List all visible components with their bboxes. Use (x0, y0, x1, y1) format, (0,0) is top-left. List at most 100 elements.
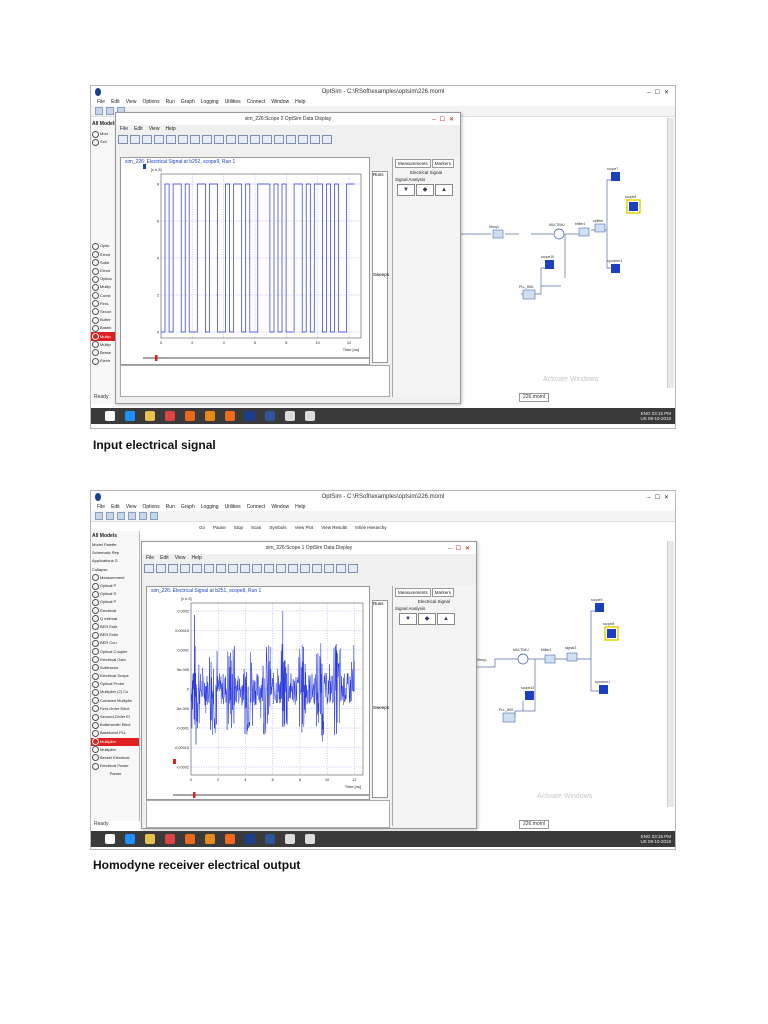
parser-button[interactable]: Parser (91, 770, 139, 778)
schematic-canvas[interactable]: scope7 scope8 MULTIMU bfilter1 splitter … (461, 118, 667, 388)
palette-item[interactable]: Multip (91, 283, 117, 291)
palette-item[interactable]: Electrical Scope (91, 672, 139, 680)
palette-item[interactable]: Baseb (91, 324, 117, 332)
scope10-block[interactable] (525, 691, 534, 700)
palette-tab[interactable]: Schematic Rep (91, 549, 139, 557)
palette-item[interactable]: Secon (91, 308, 117, 316)
dialog-window-controls[interactable]: –☐✕ (432, 114, 458, 126)
menu-edit[interactable]: Edit (111, 98, 120, 106)
dialog-menu-file[interactable]: File (120, 125, 128, 133)
pause-button[interactable]: Pause (213, 525, 226, 530)
multiplier-block[interactable] (517, 653, 529, 665)
palette-item[interactable]: Optical P (91, 582, 139, 590)
menu-view[interactable]: View (126, 98, 137, 106)
new-icon[interactable] (95, 512, 103, 520)
tool-button[interactable] (178, 134, 188, 144)
palette-item[interactable]: Electr (91, 251, 117, 259)
tool-button[interactable] (286, 134, 296, 144)
up-arrow-icon[interactable]: ▲ (435, 184, 453, 196)
tool-button[interactable] (264, 563, 274, 573)
schematic-canvas[interactable]: scope9 scope8 MULTIMU bfilter1 signal3 h… (475, 541, 665, 807)
filter-block[interactable] (492, 229, 504, 239)
up-arrow-icon[interactable]: ▲ (437, 613, 455, 625)
dialog-window-controls[interactable]: –☐✕ (448, 543, 474, 555)
scope8-block[interactable] (629, 202, 638, 211)
start-icon[interactable] (105, 411, 115, 421)
paste-icon[interactable] (150, 512, 158, 520)
palette-item[interactable]: Butter (91, 316, 117, 324)
palette-item[interactable]: Electrical (91, 607, 139, 615)
palette-item[interactable]: Electrical Power (91, 762, 139, 770)
menu-connect[interactable]: Connect (247, 98, 266, 106)
tool-button[interactable] (298, 134, 308, 144)
start-icon[interactable] (105, 834, 115, 844)
schematic-scrollbar[interactable] (667, 118, 674, 388)
collapse-button[interactable]: Collapse (91, 566, 139, 574)
chrome-icon[interactable] (165, 411, 175, 421)
palette-item[interactable]: Second-Order El (91, 713, 139, 721)
multiplier-block[interactable] (553, 228, 565, 240)
view-plot-button[interactable]: View Plot (295, 525, 314, 530)
view-results-button[interactable]: View Results (321, 525, 347, 530)
tool-button[interactable] (324, 563, 334, 573)
word-icon[interactable] (265, 411, 275, 421)
app-icon[interactable] (205, 411, 215, 421)
tab-markers[interactable]: Markers (431, 159, 455, 168)
electrical-signal-plot[interactable]: 0 2 4 6 8 10 12 0.0002 0.00015 0.0001 5e-005 0 -5e-0… (147, 587, 378, 799)
scan-button[interactable]: Scan (251, 525, 261, 530)
menu-utilities[interactable]: Utilities (225, 98, 241, 106)
menu-help[interactable]: Help (295, 503, 305, 511)
tool-button[interactable] (130, 134, 140, 144)
palette-item[interactable]: Baseband PLL (91, 729, 139, 737)
pll-block[interactable] (522, 289, 536, 300)
open-icon[interactable] (106, 512, 114, 520)
menu-graph[interactable]: Graph (181, 503, 195, 511)
palette-item[interactable]: First-Order Elect (91, 705, 139, 713)
app-icon[interactable] (285, 834, 295, 844)
scope10-block[interactable] (545, 260, 554, 269)
tool-button[interactable] (168, 563, 178, 573)
palette-item[interactable]: Subtractor (91, 664, 139, 672)
stop-button[interactable]: Stop (234, 525, 243, 530)
bfilter-block[interactable] (544, 654, 556, 664)
palette-item[interactable]: BER Estir (91, 623, 139, 631)
tool-button[interactable] (190, 134, 200, 144)
tool-button[interactable] (348, 563, 358, 573)
tool-button[interactable] (192, 563, 202, 573)
scope7-block[interactable] (611, 172, 620, 181)
scope9-block[interactable] (595, 603, 604, 612)
palette-item[interactable]: Bessel Electrical (91, 754, 139, 762)
palette-item[interactable]: Optica (91, 275, 117, 283)
tool-button[interactable] (240, 563, 250, 573)
symbols-button[interactable]: Symbols (269, 525, 286, 530)
menu-options[interactable]: Options (142, 503, 159, 511)
runs-list[interactable]: Runs Sweeps (372, 171, 389, 363)
tool-button[interactable] (262, 134, 272, 144)
tool-button[interactable] (144, 563, 154, 573)
palette-item[interactable]: Mod (91, 130, 117, 138)
tool-button[interactable] (156, 563, 166, 573)
optsim-icon[interactable] (245, 834, 255, 844)
amplitude-marker[interactable] (173, 759, 176, 764)
cut-icon[interactable] (128, 512, 136, 520)
palette-item-selected[interactable]: Multip (91, 332, 117, 341)
app-icon[interactable] (305, 834, 315, 844)
down-arrow-icon[interactable]: ▼ (397, 184, 415, 196)
palette-item[interactable]: Optical P (91, 598, 139, 606)
palette-item[interactable]: Sch (91, 138, 117, 146)
app-icon[interactable] (305, 411, 315, 421)
updown-arrow-icon[interactable]: ◆ (418, 613, 436, 625)
chrome-icon[interactable] (165, 834, 175, 844)
menu-edit[interactable]: Edit (111, 503, 120, 511)
palette-item[interactable]: Electr (91, 267, 117, 275)
signal3-block[interactable] (566, 652, 578, 662)
splitter-block[interactable] (594, 223, 606, 233)
dialog-menu-edit[interactable]: Edit (160, 554, 169, 562)
tab-measurements[interactable]: Measurements (395, 588, 431, 597)
tool-button[interactable] (336, 563, 346, 573)
menu-logging[interactable]: Logging (201, 98, 219, 106)
go-button[interactable]: Go (199, 525, 205, 530)
palette-item[interactable]: Multiplier (91, 746, 139, 754)
tab-measurements[interactable]: Measurements (395, 159, 431, 168)
menu-view[interactable]: View (126, 503, 137, 511)
